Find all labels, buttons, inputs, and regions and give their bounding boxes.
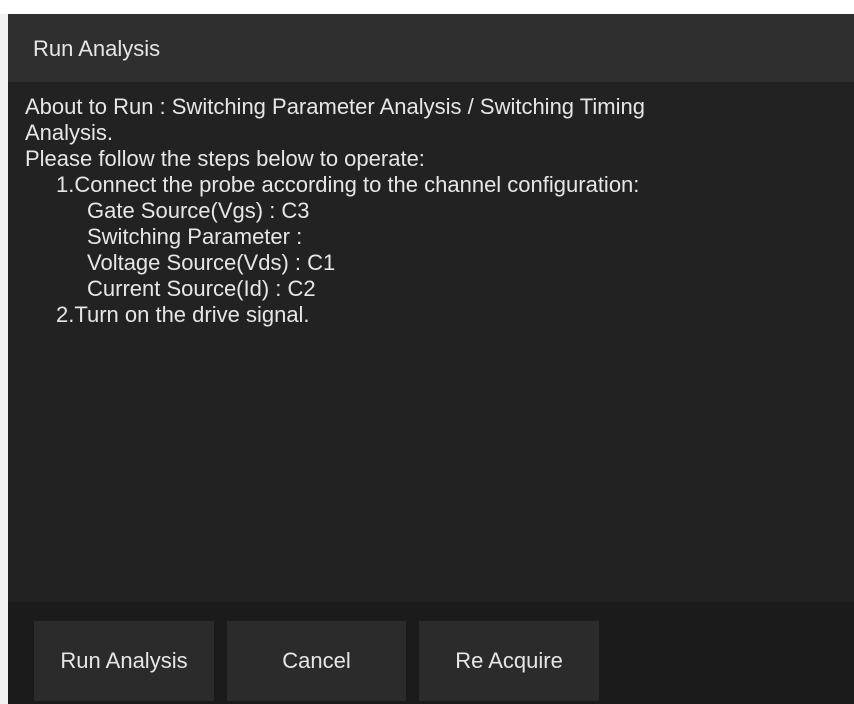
step-1: 1.Connect the probe according to the cha… <box>56 172 640 197</box>
current-source-config: Current Source(Id) : C2 <box>87 276 316 301</box>
switching-parameter-label: Switching Parameter : <box>87 224 303 249</box>
voltage-source-config: Voltage Source(Vds) : C1 <box>87 250 336 275</box>
dialog-title-bar: Run Analysis <box>8 14 854 82</box>
message-line-1: About to Run : Switching Parameter Analy… <box>25 94 645 119</box>
background-edge <box>0 14 8 704</box>
dialog-content: About to Run : Switching Parameter Analy… <box>8 82 854 602</box>
run-analysis-button[interactable]: Run Analysis <box>34 621 214 701</box>
instructions-text: About to Run : Switching Parameter Analy… <box>25 94 840 328</box>
message-line-3: Please follow the steps below to operate… <box>25 146 425 171</box>
step-2: 2.Turn on the drive signal. <box>56 302 310 327</box>
dialog-title: Run Analysis <box>33 36 161 61</box>
re-acquire-button[interactable]: Re Acquire <box>419 621 599 701</box>
dialog-button-bar: Run Analysis Cancel Re Acquire <box>8 602 854 704</box>
gate-source-config: Gate Source(Vgs) : C3 <box>87 198 310 223</box>
run-analysis-dialog: Run Analysis About to Run : Switching Pa… <box>8 14 854 704</box>
cancel-button[interactable]: Cancel <box>227 621 406 701</box>
screen: Run Analysis About to Run : Switching Pa… <box>0 0 854 704</box>
message-line-2: Analysis. <box>25 120 114 145</box>
